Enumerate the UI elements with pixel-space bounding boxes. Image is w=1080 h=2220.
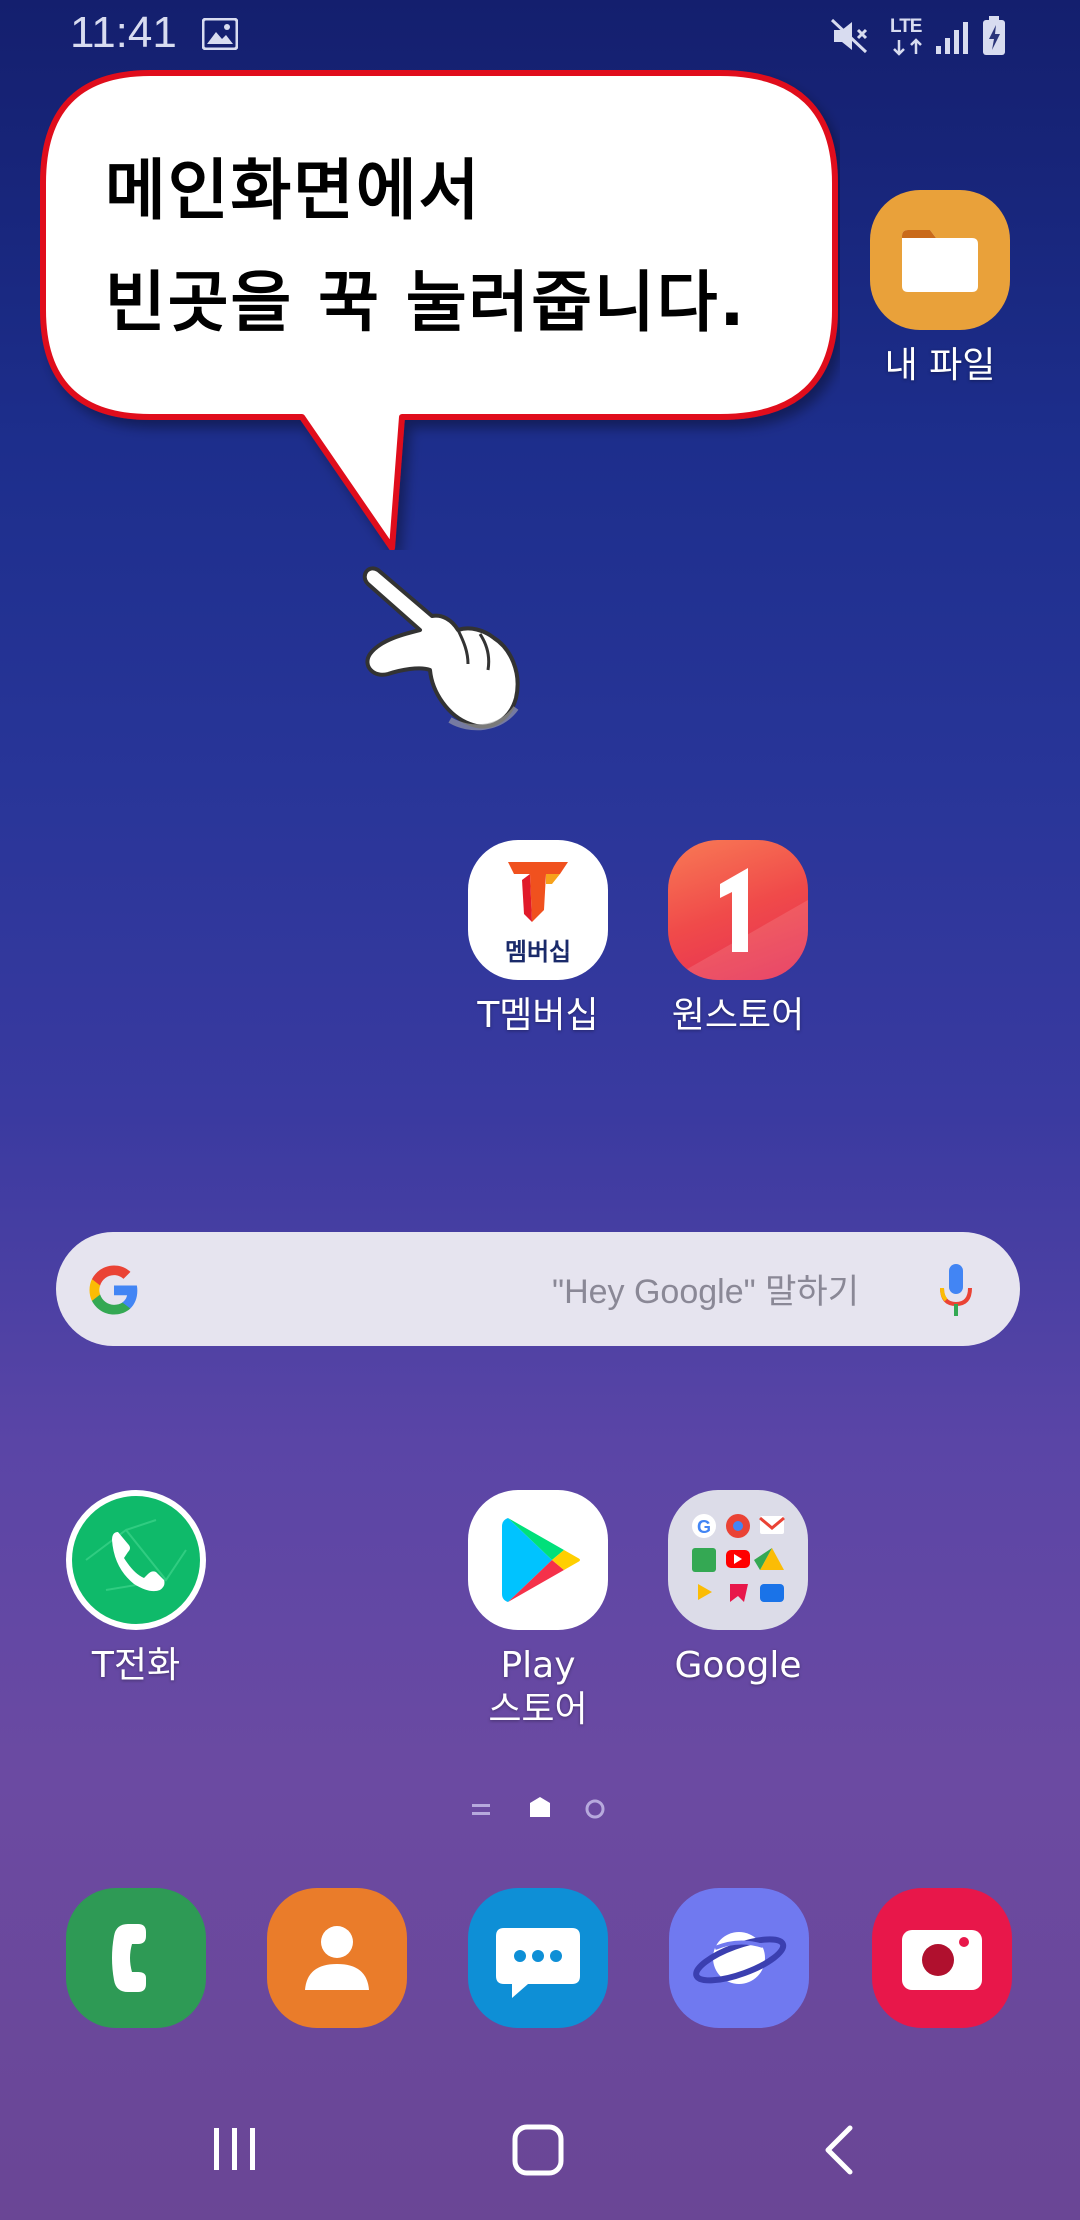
svg-text:G: G — [697, 1517, 711, 1537]
play-store-icon — [468, 1490, 608, 1630]
data-arrows-icon — [893, 38, 922, 56]
phone-icon[interactable] — [66, 1888, 206, 2028]
home-button[interactable] — [510, 2122, 566, 2178]
contacts-icon[interactable] — [267, 1888, 407, 2028]
app-label-line-1: Play — [500, 1645, 576, 1686]
app-label: Google — [674, 1645, 802, 1686]
one-store-icon — [668, 840, 808, 980]
network-type: LTE — [890, 16, 923, 37]
page-indicator[interactable] — [470, 1795, 610, 1825]
app-t-membership[interactable]: 멤버십 T멤버십 — [458, 840, 618, 1038]
navigation-bar — [0, 2090, 1080, 2220]
battery-icon — [983, 16, 1005, 55]
mute-icon — [830, 18, 868, 54]
internet-icon[interactable] — [669, 1888, 809, 2028]
google-folder-icon: G — [668, 1490, 808, 1630]
tutorial-text: 메인화면에서 빈곳을 꾹 눌러줍니다. — [105, 135, 825, 359]
search-placeholder: "Hey Google" 말하기 — [552, 1273, 859, 1311]
back-button[interactable] — [820, 2124, 860, 2176]
app-label: 내 파일 — [884, 345, 996, 386]
folder-icon — [870, 190, 1010, 330]
app-label: T멤버십 — [477, 995, 599, 1036]
app-t-phone[interactable]: T전화 — [56, 1490, 216, 1688]
app-label-line-2: 스토어 — [488, 1689, 588, 1730]
messages-icon[interactable] — [468, 1888, 608, 2028]
status-time: 11:41 — [70, 8, 177, 57]
status-icons: LTE — [830, 14, 1010, 58]
app-label: T전화 — [91, 1645, 181, 1686]
google-search-bar[interactable]: "Hey Google" 말하기 — [56, 1232, 1020, 1346]
tutorial-line-2: 빈곳을 꾹 눌러줍니다. — [105, 264, 747, 341]
dock — [66, 1888, 1012, 2028]
image-notification-icon — [202, 18, 238, 50]
pointing-hand-icon — [362, 566, 520, 731]
page-indicator-home-icon — [530, 1797, 550, 1817]
page-indicator-menu — [472, 1804, 490, 1807]
microphone-icon[interactable] — [936, 1262, 976, 1320]
app-play-store[interactable]: Play 스토어 — [458, 1490, 618, 1732]
camera-icon[interactable] — [872, 1888, 1012, 2028]
t-phone-icon — [66, 1490, 206, 1630]
app-one-store[interactable]: 원스토어 — [658, 840, 818, 1038]
page-indicator-dot — [585, 1799, 605, 1819]
tutorial-line-1: 메인화면에서 — [105, 152, 482, 229]
google-g-icon — [89, 1265, 138, 1315]
app-google-folder[interactable]: G Google — [658, 1490, 818, 1688]
recents-button[interactable] — [210, 2124, 260, 2174]
app-my-files[interactable]: 내 파일 — [860, 190, 1020, 388]
t-membership-icon-text: 멤버십 — [504, 938, 572, 966]
app-label: 원스토어 — [671, 995, 805, 1036]
t-membership-icon: 멤버십 — [468, 840, 608, 980]
app-label: Play 스토어 — [458, 1644, 618, 1732]
signal-icon — [936, 22, 968, 54]
